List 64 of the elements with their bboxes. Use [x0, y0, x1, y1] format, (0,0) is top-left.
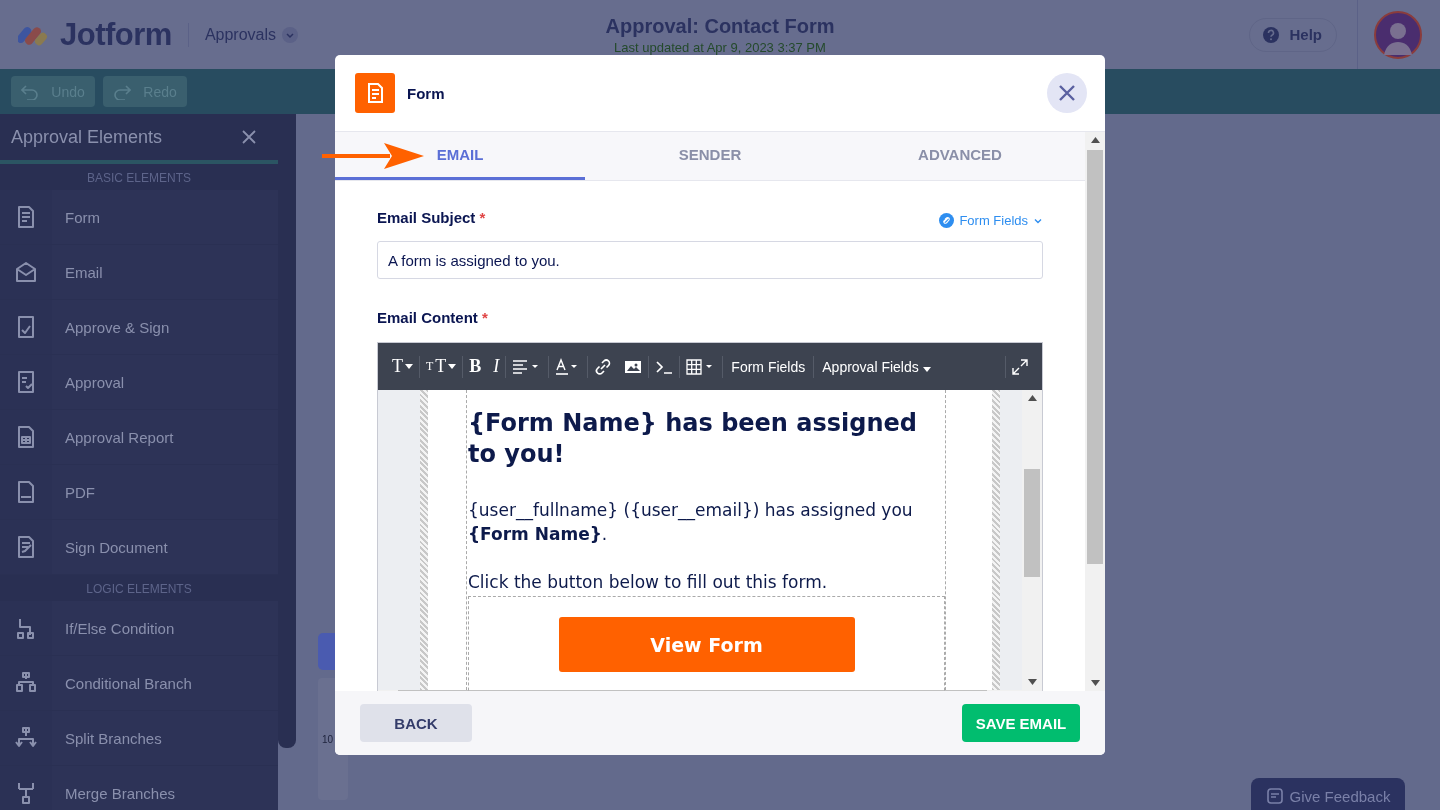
undo-icon: [21, 83, 40, 100]
form-fields-link[interactable]: Form Fields: [939, 213, 1043, 228]
dialog-title: Form: [407, 84, 446, 102]
chevron-down-icon: [282, 26, 299, 43]
save-email-button[interactable]: SAVE EMAIL: [962, 704, 1080, 742]
scrollbar-thumb[interactable]: [1024, 469, 1040, 577]
section-label: LOGIC ELEMENTS: [0, 575, 278, 601]
font-size-button[interactable]: TT: [420, 356, 463, 377]
feedback-icon: [1265, 787, 1284, 805]
sidebar-item[interactable]: Sign Document: [0, 520, 278, 575]
element-icon: [14, 671, 38, 695]
page-title: Approval: Contact Form: [605, 14, 835, 38]
caret-icon: [448, 364, 457, 369]
avatar-icon[interactable]: [1374, 10, 1422, 59]
back-button[interactable]: BACK: [360, 704, 472, 742]
view-form-button[interactable]: View Form: [558, 617, 855, 672]
sidebar-item[interactable]: Conditional Branch: [0, 656, 278, 711]
tab[interactable]: SENDER: [585, 132, 835, 180]
help-icon: [1262, 25, 1281, 44]
email-paragraph: {user__fullname} ({user__email}) has assigned you {Form Name}.: [468, 499, 914, 546]
form-icon: [355, 73, 395, 113]
sidebar-item[interactable]: Merge Branches: [0, 766, 278, 810]
scroll-up-icon[interactable]: [1090, 137, 1100, 143]
sidebar-title: Approval Elements: [11, 126, 163, 148]
give-feedback-button[interactable]: Give Feedback: [1251, 778, 1405, 810]
scrollbar-thumb[interactable]: [1087, 150, 1103, 564]
sidebar-item[interactable]: Form: [0, 190, 278, 245]
link-icon: [939, 213, 955, 228]
scrollbar-thumb[interactable]: [278, 114, 296, 748]
caret-icon: [405, 364, 413, 369]
sidebar-item[interactable]: PDF: [0, 465, 278, 520]
close-icon[interactable]: [242, 130, 256, 144]
sidebar-item[interactable]: Split Branches: [0, 711, 278, 766]
close-button[interactable]: [1047, 73, 1087, 113]
scroll-down-icon[interactable]: [1090, 680, 1100, 686]
sidebar-item[interactable]: Approve & Sign: [0, 300, 278, 355]
product-dropdown[interactable]: Approvals: [204, 25, 299, 44]
field-label: Email Subject *: [377, 209, 486, 226]
sidebar-item[interactable]: Approval: [0, 355, 278, 410]
text-style-button[interactable]: T: [386, 356, 419, 377]
email-heading: {Form Name} has been assigned to you!: [468, 408, 918, 470]
bold-button[interactable]: B: [463, 356, 488, 377]
approval-fields-dropdown[interactable]: Approval Fields: [814, 358, 939, 375]
zoom-level: 10: [321, 733, 334, 745]
scroll-up-icon[interactable]: [1027, 395, 1037, 401]
scroll-down-icon[interactable]: [1027, 679, 1037, 685]
element-icon: [14, 726, 38, 750]
last-updated-text: Last updated at Apr 9, 2023 3:37 PM: [613, 39, 827, 55]
caret-icon: [922, 366, 931, 372]
field-label: Email Content *: [377, 309, 489, 326]
help-button[interactable]: Help: [1249, 17, 1337, 52]
form-fields-button[interactable]: Form Fields: [723, 358, 814, 375]
redo-icon: [113, 83, 132, 100]
tab[interactable]: ADVANCED: [835, 132, 1085, 180]
italic-button[interactable]: I: [487, 356, 506, 377]
logo-text[interactable]: Jotform: [60, 16, 172, 53]
sidebar-item[interactable]: Approval Report: [0, 410, 278, 465]
close-icon: [1058, 84, 1076, 102]
subject-input[interactable]: A form is assigned to you.: [377, 241, 1043, 279]
section-label: BASIC ELEMENTS: [0, 164, 278, 190]
sidebar-item[interactable]: Email: [0, 245, 278, 300]
email-paragraph: Click the button below to fill out this form.: [468, 571, 829, 594]
sidebar-item[interactable]: If/Else Condition: [0, 601, 278, 656]
element-icon: [14, 260, 38, 284]
